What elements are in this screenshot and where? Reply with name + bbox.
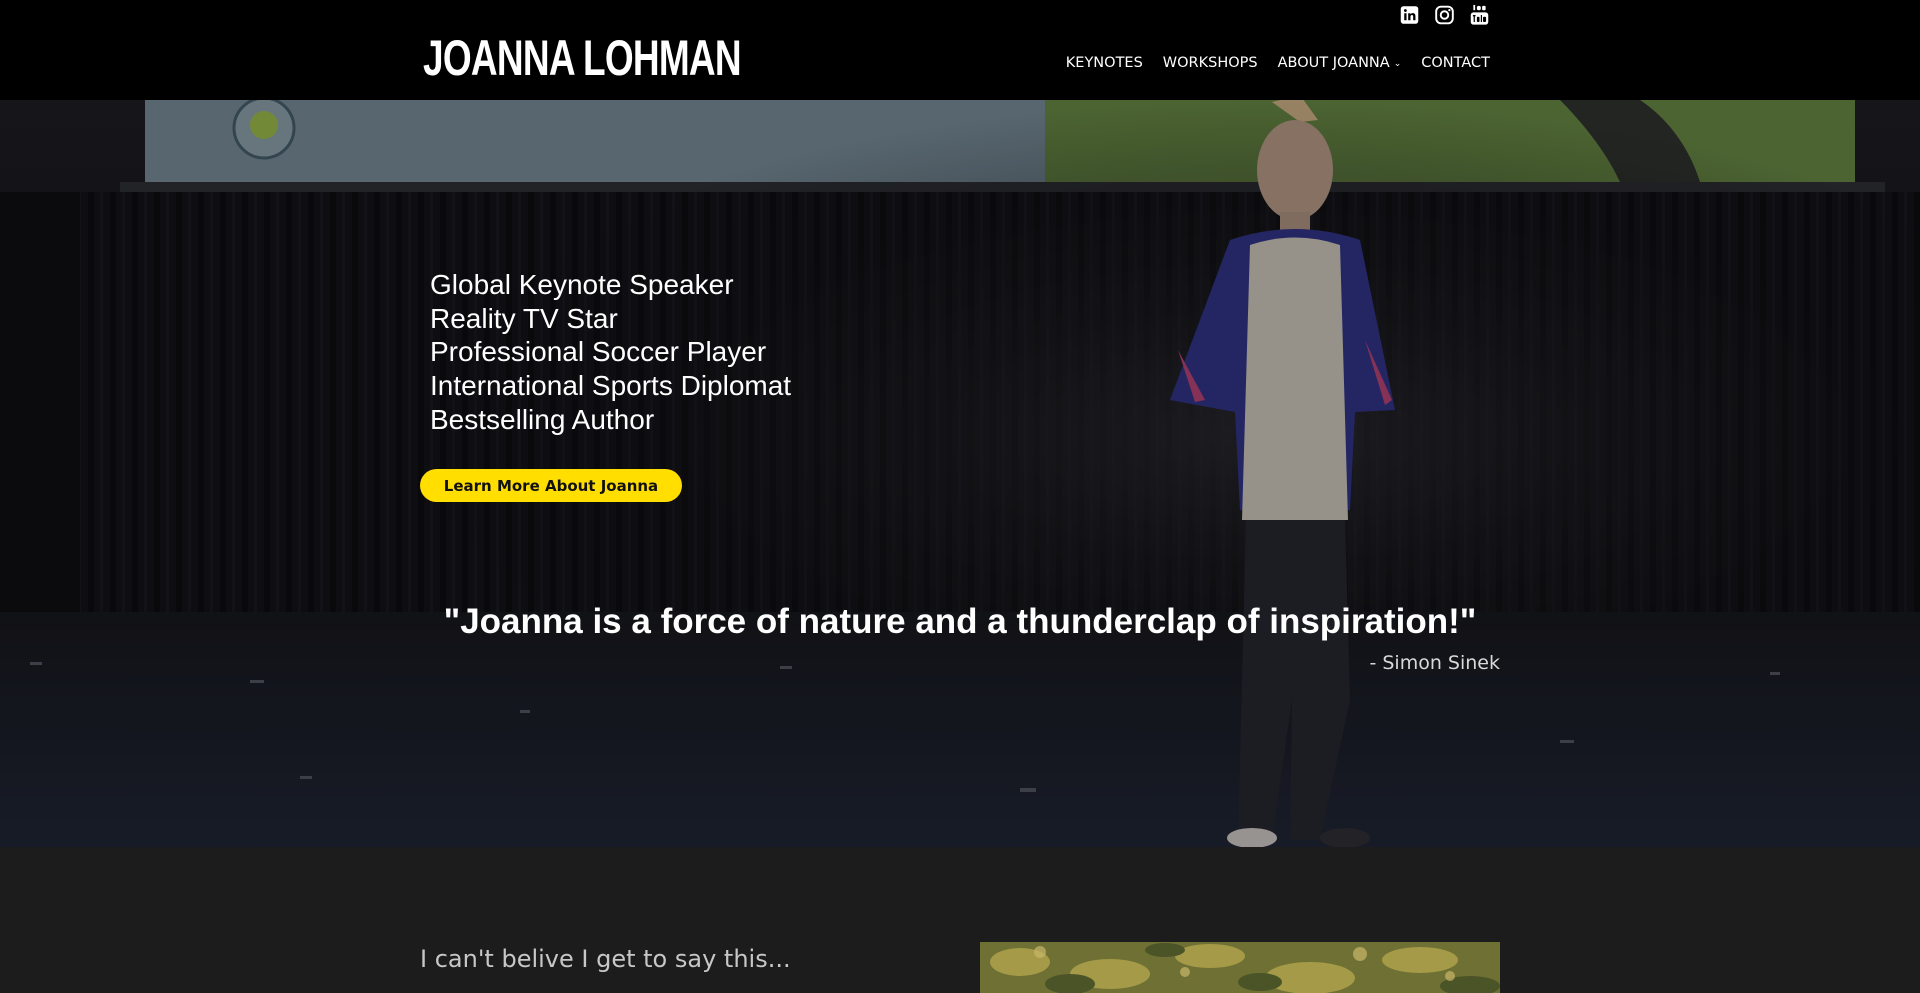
nav-item-contact[interactable]: CONTACT [1421, 55, 1490, 71]
intro-photo [980, 942, 1500, 993]
site-logo[interactable]: JOANNA LOHMAN [423, 30, 742, 86]
chevron-down-icon: ⌄ [1393, 59, 1402, 69]
role-item: Global Keynote Speaker [430, 269, 734, 300]
intro-heading: I can't belive I get to say this... [420, 945, 791, 973]
testimonial-attribution: - Simon Sinek [1369, 652, 1500, 674]
youtube-icon [1470, 4, 1489, 25]
role-list: Global Keynote Speaker Reality TV Star P… [430, 268, 791, 437]
youtube-link[interactable] [1469, 4, 1490, 26]
main-nav: KEYNOTES WORKSHOPS ABOUT JOANNA ⌄ CONTAC… [1066, 55, 1490, 71]
hero-background-image [0, 100, 1920, 847]
nav-item-keynotes[interactable]: KEYNOTES [1066, 55, 1143, 71]
instagram-link[interactable] [1434, 4, 1455, 26]
nav-item-workshops[interactable]: WORKSHOPS [1163, 55, 1258, 71]
testimonial-quote: "Joanna is a force of nature and a thund… [443, 602, 1477, 641]
role-item: Reality TV Star [430, 302, 618, 334]
role-item: Bestselling Author [430, 403, 655, 435]
nav-item-label: WORKSHOPS [1162, 55, 1258, 71]
instagram-icon [1435, 5, 1454, 25]
linkedin-icon [1400, 6, 1419, 24]
role-item: International Sports Diplomat [430, 370, 792, 402]
social-links [1399, 4, 1490, 26]
site-header: JOANNA LOHMAN KEYNOTES WORKSHOPS ABOUT J… [0, 0, 1920, 100]
nav-item-about-joanna[interactable]: ABOUT JOANNA ⌄ [1278, 55, 1402, 71]
foliage-photo [980, 942, 1500, 993]
nav-item-label: CONTACT [1421, 55, 1490, 71]
role-item: Professional Soccer Player [430, 336, 767, 368]
nav-item-label: ABOUT JOANNA [1277, 55, 1390, 71]
hero-section: Global Keynote Speaker Reality TV Star P… [0, 100, 1920, 847]
learn-more-button[interactable]: Learn More About Joanna [420, 469, 682, 502]
nav-item-label: KEYNOTES [1065, 55, 1143, 71]
linkedin-link[interactable] [1399, 4, 1420, 26]
